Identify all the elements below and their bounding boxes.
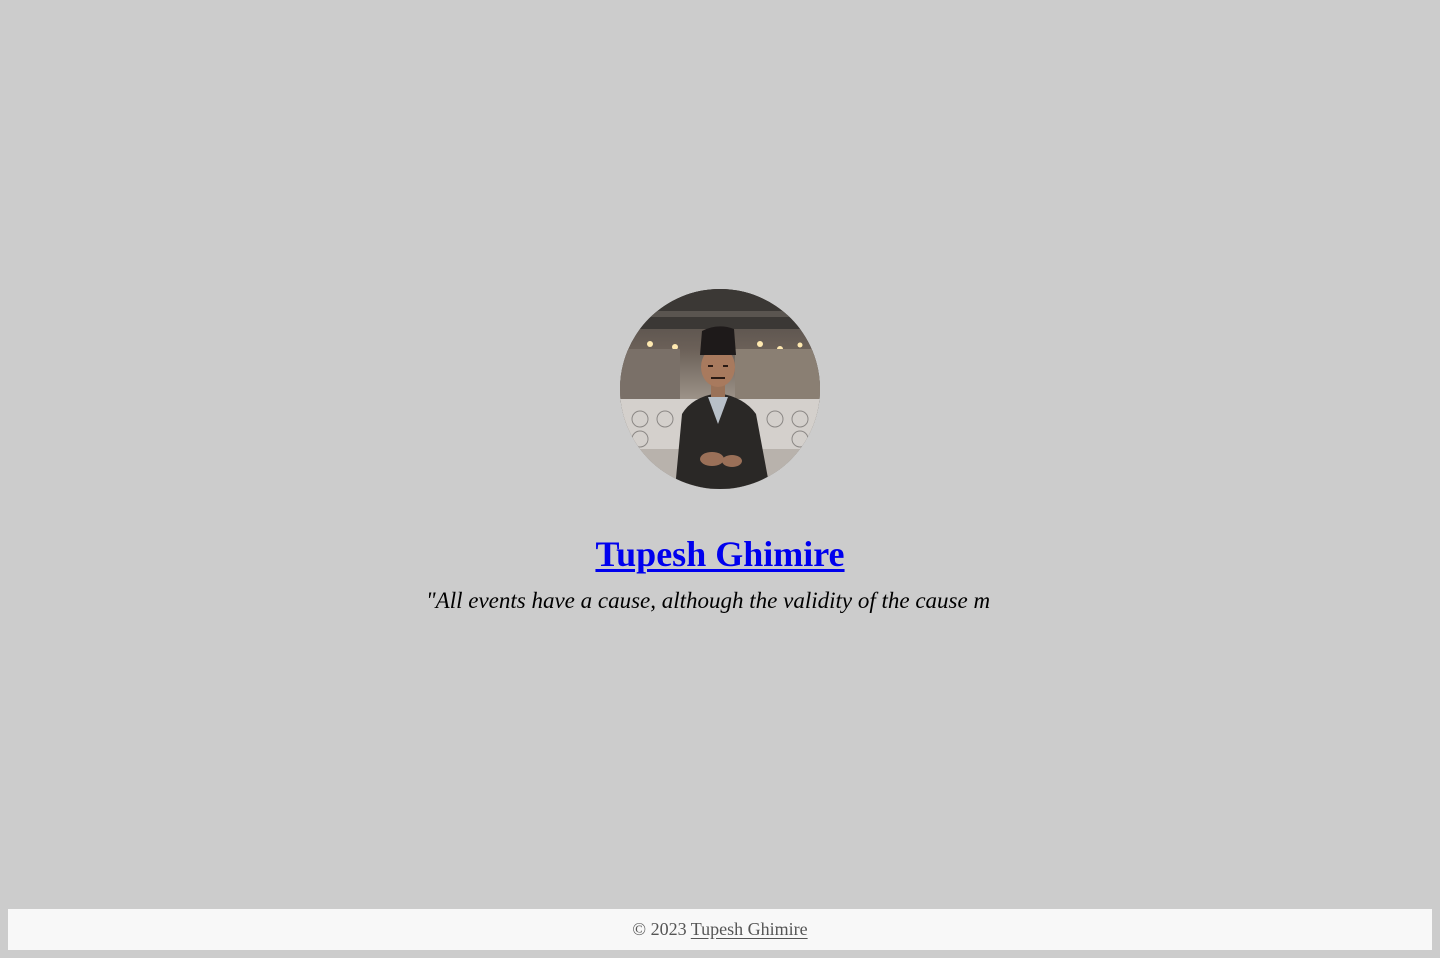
copyright-text: © 2023	[632, 919, 687, 939]
quote-container: "All events have a cause, although the v…	[426, 586, 1014, 616]
page: Tupesh Ghimire "All events have a cause,…	[0, 0, 1440, 958]
profile-photo-image	[620, 289, 820, 489]
name-link[interactable]: Tupesh Ghimire	[595, 534, 844, 574]
page-title: Tupesh Ghimire	[0, 532, 1440, 576]
footer: © 2023 Tupesh Ghimire	[8, 909, 1432, 950]
footer-author-link[interactable]: Tupesh Ghimire	[691, 919, 808, 939]
profile-avatar	[620, 289, 820, 489]
quote-text: "All events have a cause, although the v…	[426, 588, 991, 613]
